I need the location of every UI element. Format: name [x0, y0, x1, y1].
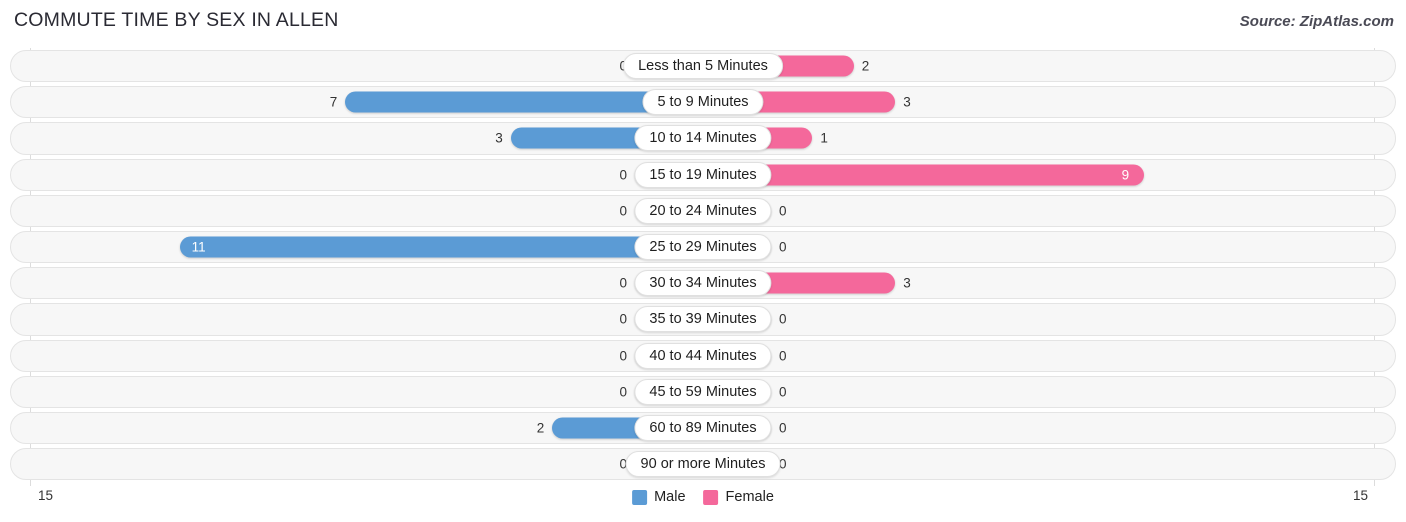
row-bars: 0 0 45 to 59 Minutes: [0, 374, 1406, 410]
category-label: 90 or more Minutes: [625, 451, 781, 478]
value-label-female: 9: [1121, 166, 1130, 182]
chart-row: 0 0 35 to 39 Minutes: [0, 301, 1406, 337]
chart-row: 0 9 15 to 19 Minutes: [0, 157, 1406, 193]
value-label-male: 0: [619, 203, 627, 219]
row-bars: 02Less than 5 Minutes: [0, 48, 1406, 84]
bar-male[interactable]: [179, 236, 703, 258]
category-label: 30 to 34 Minutes: [634, 270, 772, 297]
category-label: 10 to 14 Minutes: [634, 125, 772, 152]
page-title: COMMUTE TIME BY SEX IN ALLEN: [14, 9, 339, 31]
category-label: 35 to 39 Minutes: [634, 306, 772, 333]
chart-row: 0 0 40 to 44 Minutes: [0, 338, 1406, 374]
legend-item-female[interactable]: Female: [703, 489, 774, 505]
source-attribution: Source: ZipAtlas.com: [1239, 13, 1394, 30]
value-label-male: 2: [536, 420, 545, 436]
value-label-male: 0: [619, 275, 627, 291]
legend-item-male[interactable]: Male: [632, 489, 686, 505]
value-label-female: 0: [779, 384, 787, 400]
row-bars: 0 3 30 to 34 Minutes: [0, 265, 1406, 301]
value-label-male: 11: [191, 239, 206, 255]
value-label-male: 7: [329, 94, 338, 110]
value-label-female: 3: [903, 94, 911, 110]
chart-row: 2 0 60 to 89 Minutes: [0, 410, 1406, 446]
value-label-male: 0: [619, 384, 627, 400]
category-label: 25 to 29 Minutes: [634, 234, 772, 261]
value-label-female: 1: [820, 130, 828, 146]
value-label-female: 0: [779, 420, 787, 436]
row-bars: 0 0 35 to 39 Minutes: [0, 301, 1406, 337]
value-label-female: 0: [779, 347, 787, 363]
chart-rows: 02Less than 5 Minutes735 to 9 Minutes311…: [0, 48, 1406, 482]
category-label: 5 to 9 Minutes: [642, 89, 764, 116]
row-bars: 0 9 15 to 19 Minutes: [0, 157, 1406, 193]
row-bars: 2 0 60 to 89 Minutes: [0, 410, 1406, 446]
legend-swatch-female: [703, 489, 719, 505]
row-bars: 7 3 5 to 9 Minutes: [0, 84, 1406, 120]
chart-row: 0 0 45 to 59 Minutes: [0, 374, 1406, 410]
axis-label-left: 15: [38, 488, 54, 503]
chart-plot-area: 02Less than 5 Minutes735 to 9 Minutes311…: [0, 48, 1406, 486]
row-bars: 0 0 90 or more Minutes: [0, 446, 1406, 482]
chart-row: 02Less than 5 Minutes: [0, 48, 1406, 84]
value-label-male: 0: [619, 347, 627, 363]
category-label: 45 to 59 Minutes: [634, 378, 772, 405]
chart-row: 0 0 90 or more Minutes: [0, 446, 1406, 482]
legend-swatch-male: [632, 489, 648, 505]
value-label-female: 0: [779, 311, 787, 327]
chart-row: 0 3 30 to 34 Minutes: [0, 265, 1406, 301]
category-label: 60 to 89 Minutes: [634, 414, 772, 441]
chart-row: 0 0 20 to 24 Minutes: [0, 193, 1406, 229]
legend-label-male: Male: [654, 489, 686, 505]
value-label-female: 2: [861, 58, 870, 74]
row-bars: 0 0 20 to 24 Minutes: [0, 193, 1406, 229]
value-label-female: 0: [779, 239, 787, 255]
category-label: 20 to 24 Minutes: [634, 197, 772, 224]
category-label: Less than 5 Minutes: [623, 53, 783, 80]
legend-label-female: Female: [725, 489, 774, 505]
value-label-female: 3: [903, 275, 911, 291]
value-label-male: 3: [495, 130, 503, 146]
chart-footer: 15 15 Male Female: [0, 486, 1406, 522]
chart-legend: Male Female: [632, 489, 774, 505]
value-label-male: 0: [619, 311, 627, 327]
axis-label-right: 15: [1352, 488, 1368, 503]
category-label: 40 to 44 Minutes: [634, 342, 772, 369]
chart-row: 11 0 25 to 29 Minutes: [0, 229, 1406, 265]
chart-page: COMMUTE TIME BY SEX IN ALLEN Source: Zip…: [0, 0, 1406, 522]
row-bars: 3 1 10 to 14 Minutes: [0, 120, 1406, 156]
category-label: 15 to 19 Minutes: [634, 161, 772, 188]
value-label-male: 0: [619, 166, 627, 182]
chart-row: 7 3 5 to 9 Minutes: [0, 84, 1406, 120]
row-bars: 0 0 40 to 44 Minutes: [0, 338, 1406, 374]
value-label-female: 0: [779, 203, 787, 219]
row-bars: 11 0 25 to 29 Minutes: [0, 229, 1406, 265]
chart-row: 3 1 10 to 14 Minutes: [0, 120, 1406, 156]
